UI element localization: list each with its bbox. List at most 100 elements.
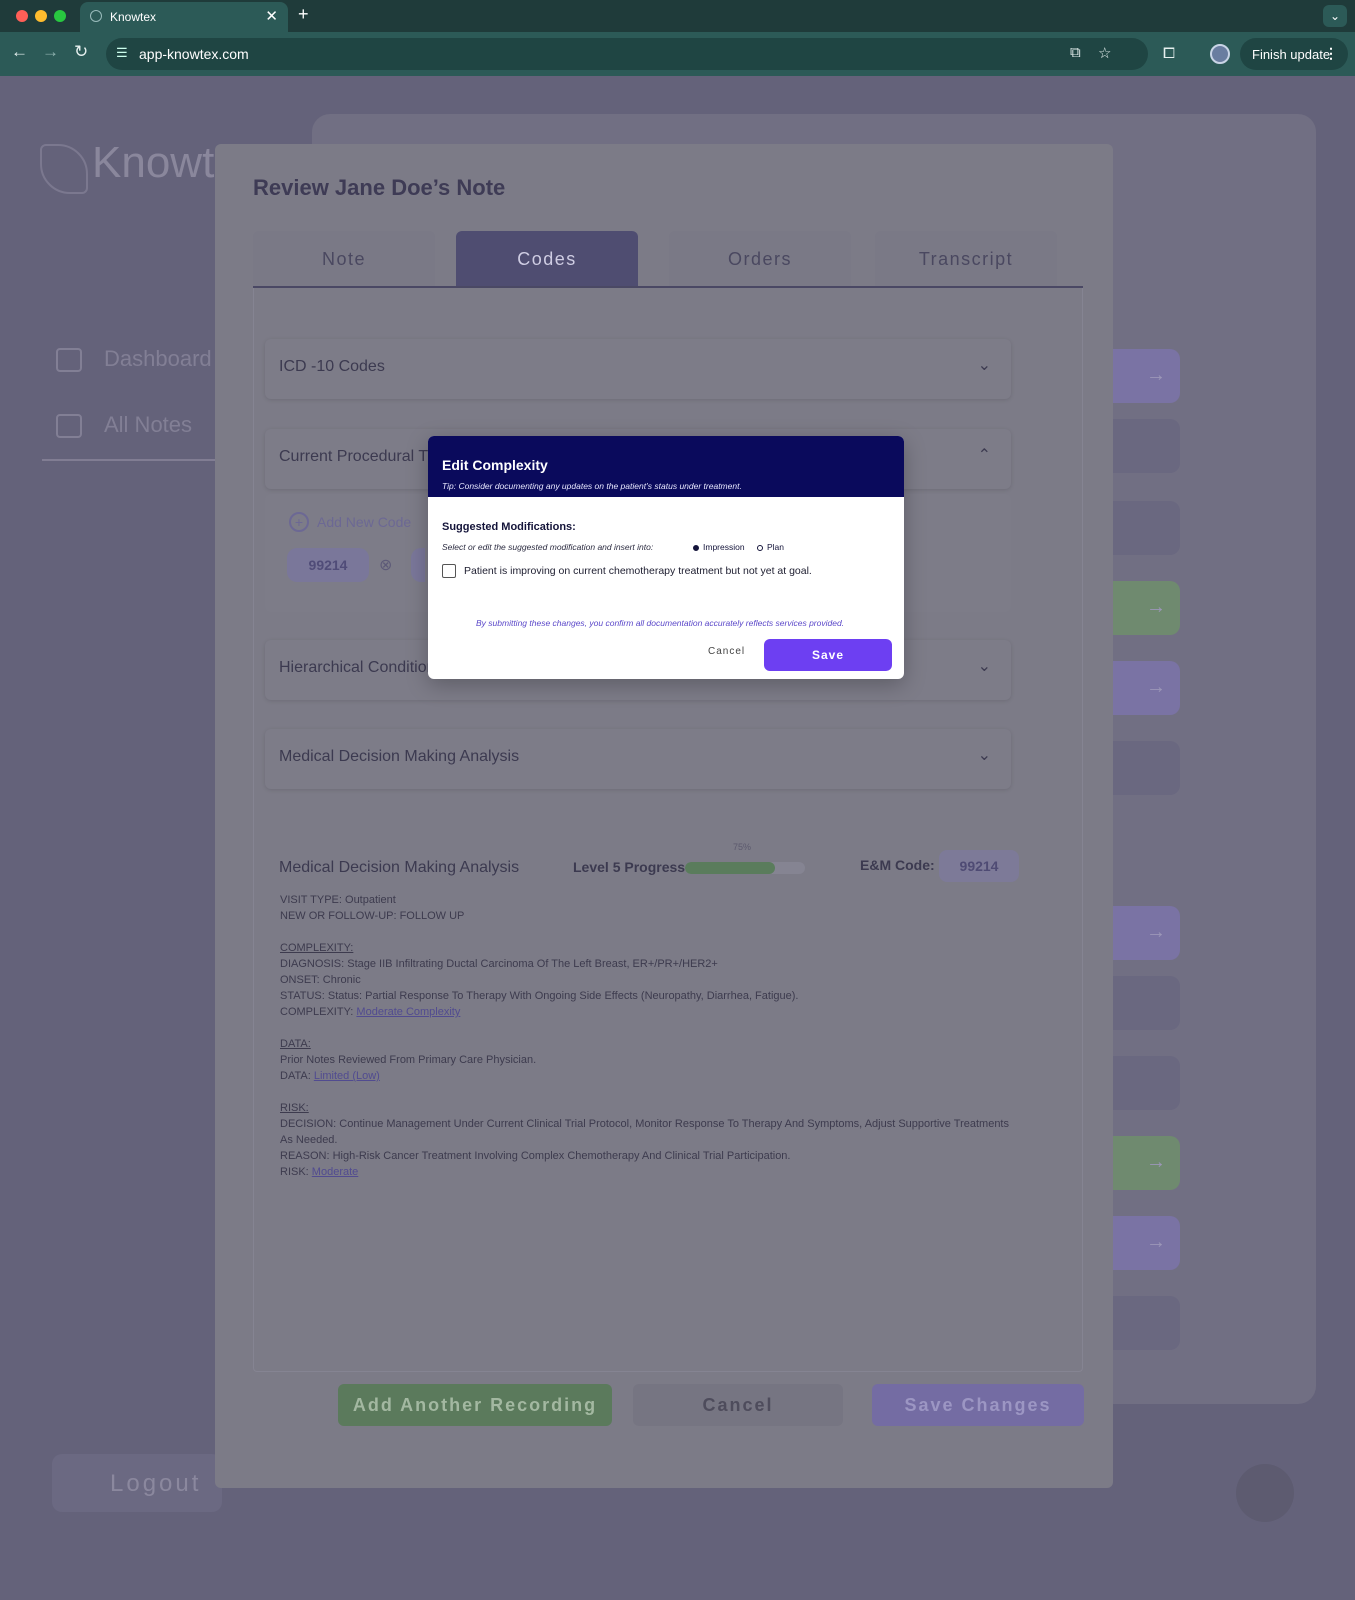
chevron-down-icon: ⌄	[977, 747, 991, 764]
finish-update-label: Finish update	[1252, 47, 1331, 62]
edit-complexity-dialog: Edit Complexity Tip: Consider documentin…	[428, 436, 904, 679]
em-code-chip[interactable]: 99214	[939, 850, 1019, 882]
browser-tab[interactable]: Knowtex ✕	[80, 2, 288, 32]
dashboard-icon	[56, 348, 82, 373]
insert-instruction: Select or edit the suggested modificatio…	[442, 542, 654, 552]
level-progress-label: Level 5 Progress	[573, 859, 686, 875]
site-settings-icon[interactable]: ☰	[116, 45, 128, 61]
radio-impression-label: Impression	[703, 542, 745, 552]
risk-heading: RISK:	[280, 1102, 309, 1114]
dialog-tip: Tip: Consider documenting any updates on…	[442, 481, 742, 491]
progress-percent: 75%	[733, 842, 752, 852]
browser-toolbar: ← → ↻ ☰ app-knowtex.com ⧉ ☆ ⧠ Finish upd…	[0, 32, 1355, 76]
cpt-code-chip-partial[interactable]	[411, 548, 425, 582]
suggested-modification-text[interactable]: Patient is improving on current chemothe…	[464, 565, 812, 577]
logo-mark-icon	[40, 144, 88, 194]
chat-bubble-icon[interactable]	[1236, 1464, 1294, 1522]
accordion-label: Current Procedural T	[279, 448, 429, 465]
diagnosis: DIAGNOSIS: Stage IIB Infiltrating Ductal…	[280, 958, 718, 970]
dialog-save-button[interactable]: Save	[764, 639, 892, 671]
add-new-code-button[interactable]: + Add New Code	[289, 512, 411, 532]
plus-circle-icon: +	[289, 512, 309, 532]
logout-button[interactable]: Logout	[52, 1454, 222, 1512]
extensions-puzzle-icon[interactable]: ⧠	[1163, 45, 1175, 62]
tab-title: Knowtex	[110, 10, 157, 24]
forward-arrow-icon[interactable]: →	[42, 42, 59, 62]
radio-plan[interactable]: Plan	[757, 542, 784, 552]
dialog-cancel-button[interactable]: Cancel	[708, 646, 745, 657]
chevron-up-icon: ⌃	[977, 447, 991, 464]
knowtex-favicon-icon	[90, 10, 102, 22]
sidebar-item-all-notes[interactable]: All Notes	[56, 412, 193, 439]
new-or-follow-up: NEW OR FOLLOW-UP: FOLLOW UP	[280, 910, 465, 922]
confirmation-note: By submitting these changes, you confirm…	[476, 618, 845, 628]
tab-note[interactable]: Note	[253, 231, 435, 287]
mdm-analysis-text: VISIT TYPE: Outpatient NEW OR FOLLOW-UP:…	[280, 892, 1010, 1180]
risk-link[interactable]: Moderate	[312, 1166, 358, 1178]
bookmark-star-icon[interactable]: ☆	[1098, 44, 1111, 62]
more-menu-icon[interactable]: ⋮	[1324, 45, 1338, 62]
tab-orders[interactable]: Orders	[669, 231, 851, 287]
accordion-label: ICD -10 Codes	[279, 358, 385, 375]
tab-codes[interactable]: Codes	[456, 231, 638, 287]
tab-search-chevron-icon[interactable]: ⌄	[1323, 5, 1347, 27]
mdm-section-title: Medical Decision Making Analysis	[279, 859, 520, 876]
level-progress-bar	[685, 862, 805, 874]
remove-code-icon[interactable]: ⊗	[379, 555, 392, 575]
onset: ONSET: Chronic	[280, 974, 361, 986]
accordion-icd10[interactable]: ICD -10 Codes ⌄	[265, 339, 1011, 399]
sidebar-active-underline	[42, 459, 222, 461]
data-level-line: DATA: Limited (Low)	[280, 1068, 1010, 1084]
reason: REASON: High-Risk Cancer Treatment Invol…	[280, 1150, 791, 1162]
arrow-right-icon: →	[1146, 1231, 1166, 1253]
complexity-label: COMPLEXITY:	[280, 1006, 357, 1018]
arrow-right-icon: →	[1146, 596, 1166, 618]
reload-icon[interactable]: ↻	[74, 42, 88, 62]
install-app-icon[interactable]: ⧉	[1070, 44, 1081, 61]
data-line: Prior Notes Reviewed From Primary Care P…	[280, 1054, 537, 1066]
tab-transcript[interactable]: Transcript	[875, 231, 1057, 287]
dialog-title: Edit Complexity	[442, 457, 548, 473]
complexity-link[interactable]: Moderate Complexity	[356, 1006, 460, 1018]
sidebar-label-dashboard: Dashboard	[104, 346, 212, 371]
sidebar-label-all-notes: All Notes	[104, 412, 193, 437]
sidebar-item-dashboard[interactable]: Dashboard	[56, 346, 212, 373]
suggested-modifications-heading: Suggested Modifications:	[442, 521, 576, 533]
radio-impression[interactable]: Impression	[693, 542, 745, 552]
chevron-down-icon: ⌄	[977, 357, 991, 374]
cpt-code-chip[interactable]: 99214	[287, 548, 369, 582]
arrow-right-icon: →	[1146, 364, 1166, 386]
radio-selected-icon	[693, 544, 699, 551]
add-another-recording-button[interactable]: Add Another Recording	[338, 1384, 612, 1426]
chevron-down-icon: ⌄	[977, 658, 991, 675]
complexity-line: COMPLEXITY: Moderate Complexity	[280, 1004, 1010, 1020]
new-tab-button[interactable]: +	[298, 4, 309, 25]
back-arrow-icon[interactable]: ←	[11, 42, 28, 62]
data-level-link[interactable]: Limited (Low)	[314, 1070, 380, 1082]
finish-update-button[interactable]: Finish update ⋮	[1240, 38, 1348, 70]
modification-checkbox[interactable]	[442, 564, 456, 578]
add-new-code-label: Add New Code	[317, 514, 412, 530]
status: STATUS: Status: Partial Response To Ther…	[280, 990, 799, 1002]
close-tab-icon[interactable]: ✕	[265, 7, 278, 25]
data-heading: DATA:	[280, 1038, 311, 1050]
review-note-modal: Review Jane Doe’s Note Note Codes Orders…	[215, 144, 1113, 1488]
save-changes-button[interactable]: Save Changes	[872, 1384, 1084, 1426]
accordion-mdm[interactable]: Medical Decision Making Analysis ⌄	[265, 729, 1011, 789]
maximize-window-button[interactable]	[54, 10, 66, 22]
notes-icon	[56, 414, 82, 439]
address-bar[interactable]: ☰ app-knowtex.com ⧉ ☆	[106, 38, 1148, 70]
close-window-button[interactable]	[16, 10, 28, 22]
risk-label: RISK:	[280, 1166, 312, 1178]
logo-wordmark: Knowt	[92, 138, 215, 187]
accordion-label: Medical Decision Making Analysis	[279, 748, 520, 765]
logout-label: Logout	[110, 1470, 202, 1497]
browser-tab-bar: Knowtex ✕ + ⌄	[0, 0, 1355, 32]
radio-unselected-icon	[757, 544, 763, 551]
minimize-window-button[interactable]	[35, 10, 47, 22]
profile-avatar[interactable]	[1210, 44, 1230, 64]
arrow-right-icon: →	[1146, 921, 1166, 943]
radio-plan-label: Plan	[767, 542, 785, 552]
cancel-button[interactable]: Cancel	[633, 1384, 843, 1426]
data-label: DATA:	[280, 1070, 314, 1082]
